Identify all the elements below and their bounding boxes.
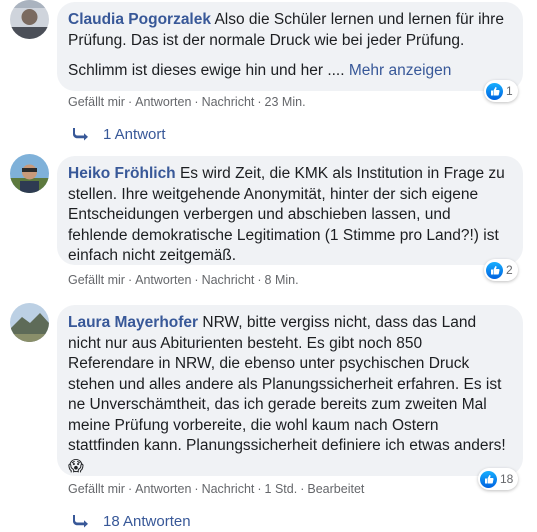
like-link[interactable]: Gefällt mir	[68, 482, 125, 496]
reaction-badge[interactable]: 18	[478, 468, 519, 490]
comment-actions: Gefällt mir · Antworten · Nachricht · 8 Min.	[68, 273, 299, 287]
timestamp[interactable]: 23 Min.	[265, 95, 306, 109]
comment-text: ne Unverschämtheit, das ich gerade berei…	[68, 396, 487, 413]
comment-text: Entscheidungen verbergen und abschieben …	[68, 206, 451, 223]
like-link[interactable]: Gefällt mir	[68, 95, 125, 109]
comment-bubble: Heiko Fröhlich Es wird Zeit, die KMK als…	[57, 156, 523, 265]
reply-link[interactable]: Antworten	[135, 95, 191, 109]
message-link[interactable]: Nachricht	[202, 482, 255, 496]
comment-text: Also die Schüler lernen und lernen für i…	[214, 11, 504, 28]
comment-text: stehen und alles andere als Planungssich…	[68, 375, 502, 393]
like-thumb-icon	[480, 470, 497, 488]
replies-label[interactable]: 18 Antworten	[103, 513, 191, 530]
timestamp[interactable]: 8 Min.	[265, 273, 299, 287]
more-link[interactable]: Mehr anzeigen	[349, 62, 452, 79]
comment-text: einfach nicht zeitgemäß.	[68, 247, 237, 264]
like-link[interactable]: Gefällt mir	[68, 273, 125, 287]
edited-label[interactable]: Bearbeitet	[307, 482, 364, 496]
reply-arrow-icon	[73, 127, 88, 141]
view-replies-link[interactable]: 1 Antwort	[73, 126, 166, 143]
reply-link[interactable]: Antworten	[135, 482, 191, 496]
comment-author[interactable]: Heiko Fröhlich	[68, 165, 176, 182]
comment-text: stellen. Ihre weitgehende Anonymität, hi…	[68, 185, 479, 203]
comment-text: stattfinden kann. Planungssicherheit def…	[68, 437, 506, 454]
comment-text: Es wird Zeit, die KMK als Institution in…	[179, 165, 505, 182]
reply-arrow-icon	[73, 514, 88, 528]
message-link[interactable]: Nachricht	[202, 273, 255, 287]
message-link[interactable]: Nachricht	[202, 95, 255, 109]
comment-text: Prüfung. Das ist der normale Druck wie b…	[68, 31, 465, 49]
avatar[interactable]	[10, 303, 49, 342]
comment-text: Referendare in NRW, die ebenso unter psy…	[68, 355, 470, 372]
avatar[interactable]	[10, 154, 49, 193]
comment-author[interactable]: Laura Mayerhofer	[68, 314, 198, 331]
comment-bubble: Claudia Pogorzalek Also die Schüler lern…	[57, 2, 523, 91]
reply-link[interactable]: Antworten	[135, 273, 191, 287]
reaction-badge[interactable]: 1	[484, 80, 518, 102]
like-thumb-icon	[486, 82, 503, 100]
replies-label[interactable]: 1 Antwort	[103, 126, 166, 143]
comment-text: fehlende demokratische Legitimation (1 S…	[68, 226, 499, 244]
reaction-badge[interactable]: 2	[484, 259, 518, 281]
comment-text: meine Prüfung vorbereite, die wohl kaum …	[68, 416, 439, 434]
reaction-count: 1	[506, 84, 513, 98]
view-replies-link[interactable]: 18 Antworten	[73, 513, 191, 530]
emoji: 😱	[68, 457, 84, 475]
comment-text: nicht nur aus Abiturienten besteht. Es g…	[68, 334, 423, 352]
comment-actions: Gefällt mir · Antworten · Nachricht · 23 Min.	[68, 95, 306, 109]
timestamp[interactable]: 1 Std.	[265, 482, 298, 496]
like-thumb-icon	[486, 261, 503, 279]
reaction-count: 18	[500, 472, 514, 486]
comment-actions: Gefällt mir · Antworten · Nachricht · 1 Std. · B…	[68, 482, 365, 496]
reaction-count: 2	[506, 263, 513, 277]
comment-bubble: Laura Mayerhofer NRW, bitte vergiss nich…	[57, 305, 523, 476]
comment-text: Schlimm ist dieses ewige hin und her ...…	[68, 62, 345, 79]
comment-text: NRW, bitte vergiss nicht, dass das Land	[202, 314, 477, 331]
avatar[interactable]	[10, 0, 49, 39]
comment-author[interactable]: Claudia Pogorzalek	[68, 11, 211, 28]
